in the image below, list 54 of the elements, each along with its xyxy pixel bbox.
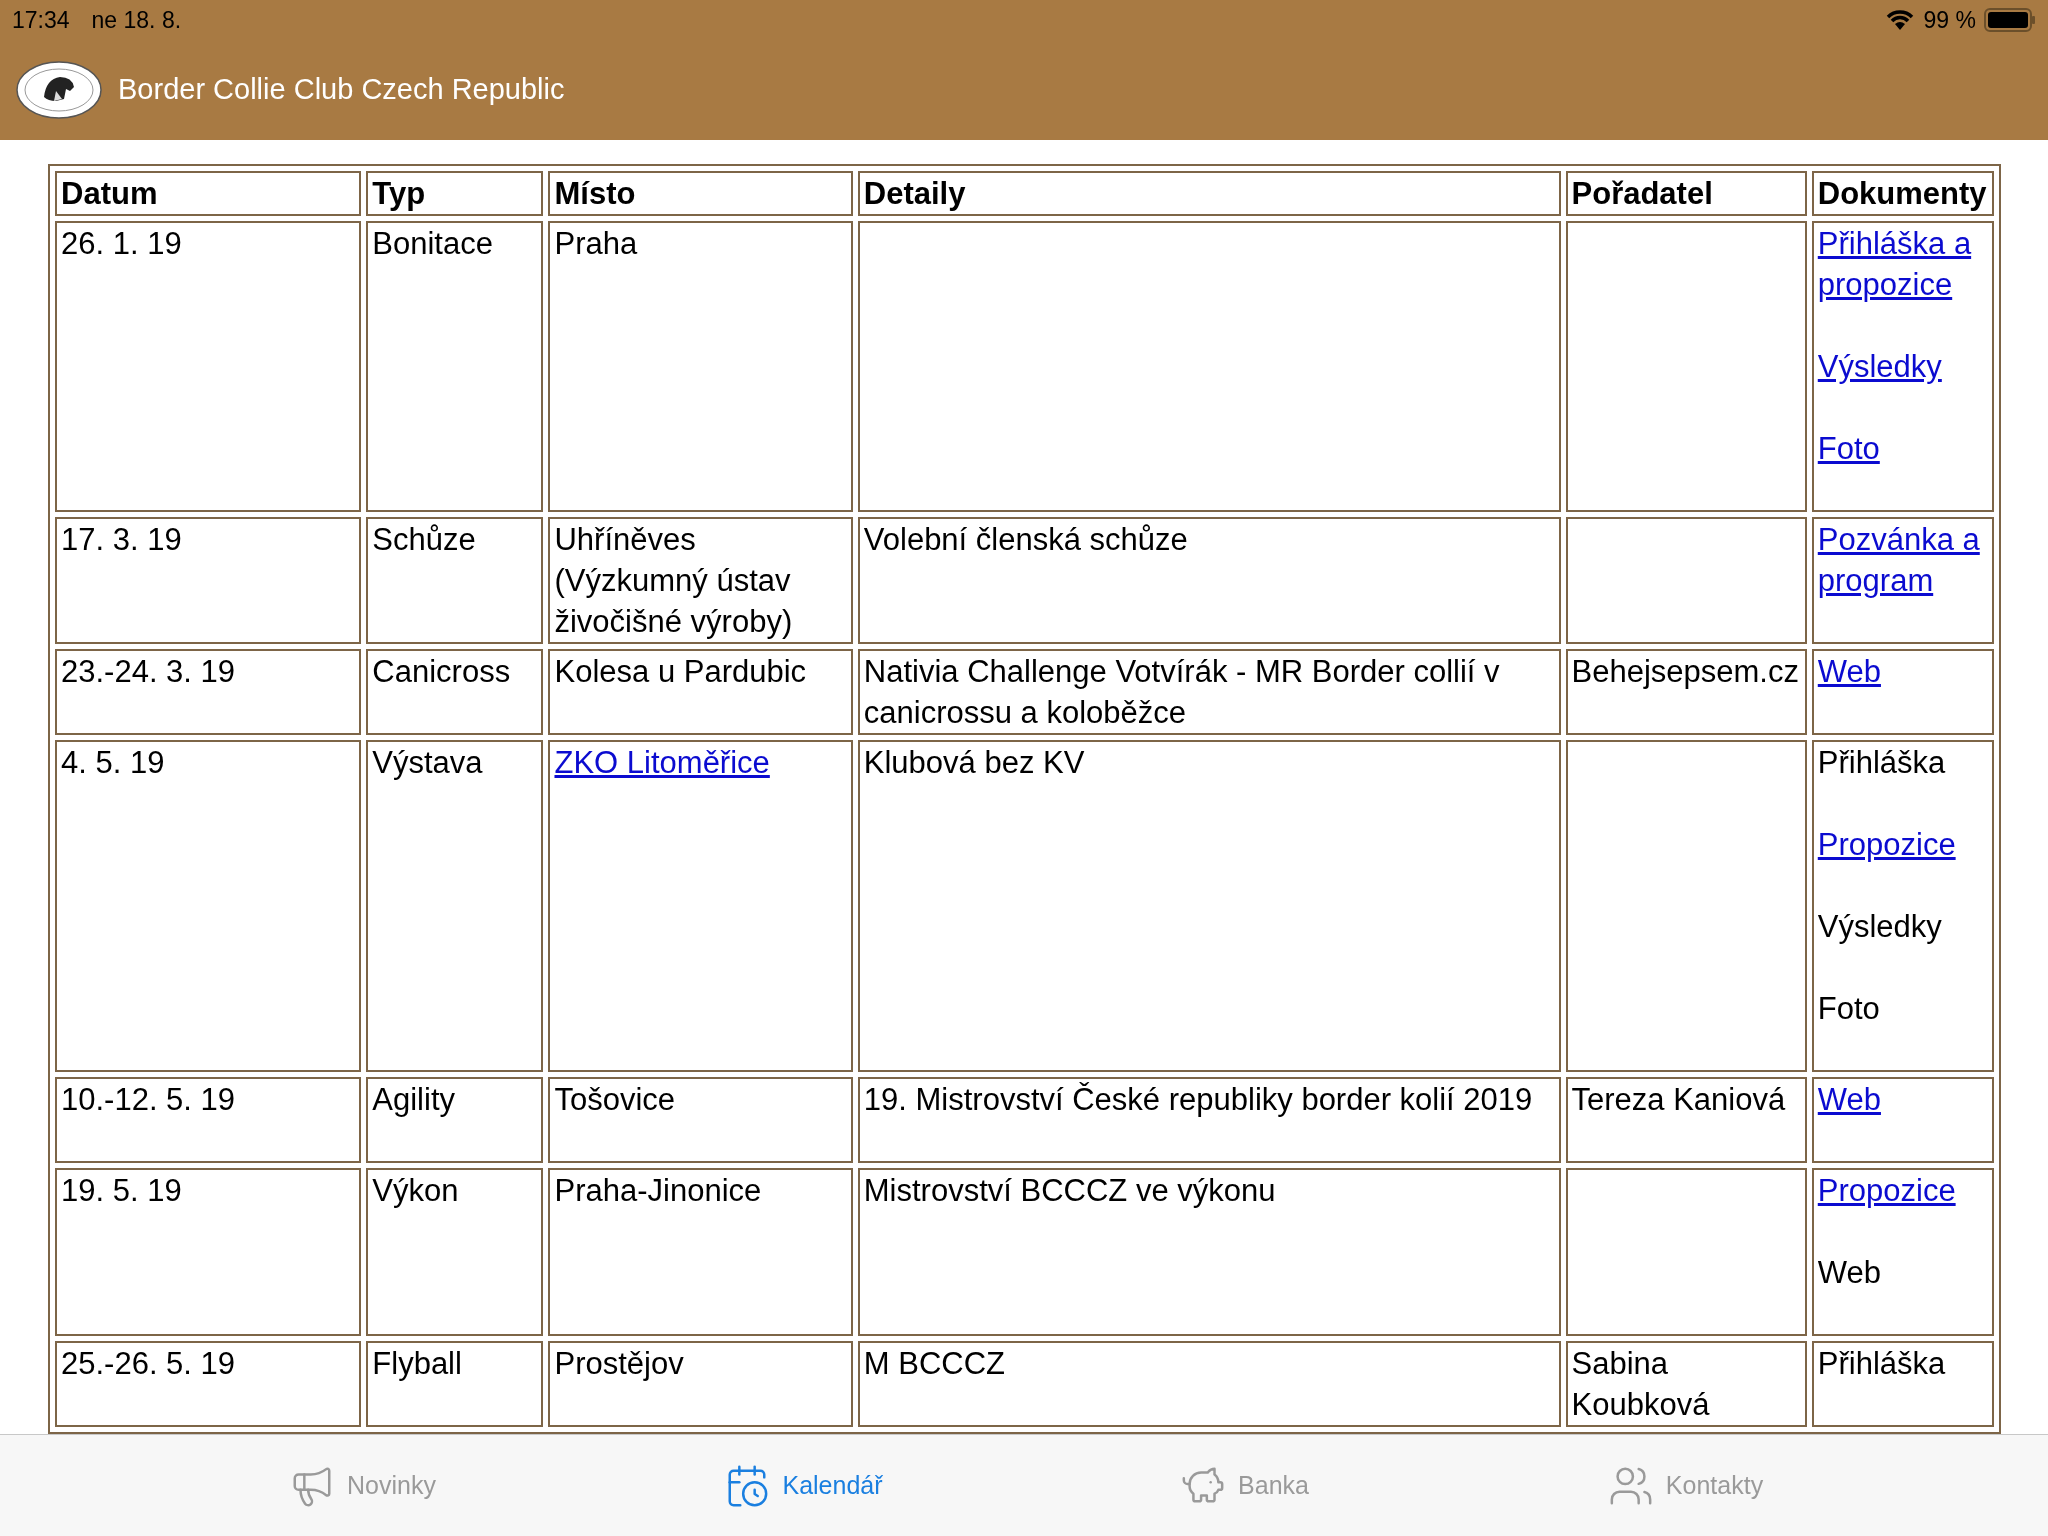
cell-text: Výstava [372,744,484,782]
link[interactable]: Přihláška a propozice [1817,223,1988,305]
app-title: Border Collie Club Czech Republic [118,72,565,108]
cell-text: 19. 5. 19 [61,1172,183,1210]
cell-text: 17. 3. 19 [61,521,183,559]
wifi-icon [1885,10,1914,30]
cell-text: Behejsepsem.cz [1571,653,1800,691]
cell-text: M BCCCZ [863,1345,1006,1383]
cell-text: Canicross [372,653,512,691]
tab[interactable]: Kalendář [724,1463,883,1509]
column-header: Místo [554,175,637,213]
cell-text: 25.-26. 5. 19 [61,1345,237,1383]
cell-text: Uhříněves (Výzkumný ústav živočišné výroby) [554,521,794,641]
link[interactable]: ZKO Litoměřice [554,742,847,783]
status-date: ne 18. 8. [91,5,182,35]
cell-text: 10.-12. 5. 19 [61,1081,237,1119]
cell-text: Prostějov [554,1345,685,1383]
cell-text: 4. 5. 19 [61,744,166,782]
cell-text: Web [1817,1254,1882,1292]
cell-text: Nativia Challenge Votvírák - MR Border collií v canicrossu a koloběžce [863,653,1501,732]
column-header: Datum [61,175,159,213]
cell-text: Výkon [372,1172,460,1210]
cell-text: Tošovice [554,1081,677,1119]
link[interactable]: Propozice [1817,1170,1988,1211]
cell-text: Schůze [372,521,477,559]
cell-text: Foto [1817,990,1881,1028]
cell-text: Přihláška [1817,1345,1947,1383]
column-header: Pořadatel [1571,175,1714,213]
status-time: 17:34 [12,5,70,35]
cell-text: Klubová bez KV [863,744,1086,782]
cell-text: Flyball [372,1345,463,1383]
cell-text: Volební členská schůze [863,521,1189,559]
column-header: Detaily [863,175,967,213]
column-header: Typ [372,175,427,213]
cell-text: Bonitace [372,225,494,263]
cell-text: Sabina Koubková [1571,1345,1711,1424]
cell-text: Agility [372,1081,456,1119]
link[interactable]: Foto [1817,428,1988,469]
cell-text: Přihláška [1817,744,1947,782]
battery-percent: 99 % [1923,5,1976,35]
cell-text: 23.-24. 3. 19 [61,653,237,691]
cell-text: 26. 1. 19 [61,225,183,263]
column-header: Dokumenty [1817,175,1988,213]
link[interactable]: Propozice [1817,824,1988,865]
logo-icon [16,61,102,119]
cell-text: Kolesa u Pardubic [554,653,808,691]
cell-text: Výsledky [1817,908,1943,946]
cell-text: Mistrovství BCCCZ ve výkonu [863,1172,1277,1210]
cell-text: Tereza Kaniová [1571,1081,1787,1119]
cell-text: Praha [554,225,639,263]
cell-text: 19. Mistrovství České republiky border kolií 2019 [863,1081,1534,1119]
battery-icon [1984,8,2036,32]
cell-text: Praha-Jinonice [554,1172,763,1210]
link[interactable]: Výsledky [1817,346,1988,387]
